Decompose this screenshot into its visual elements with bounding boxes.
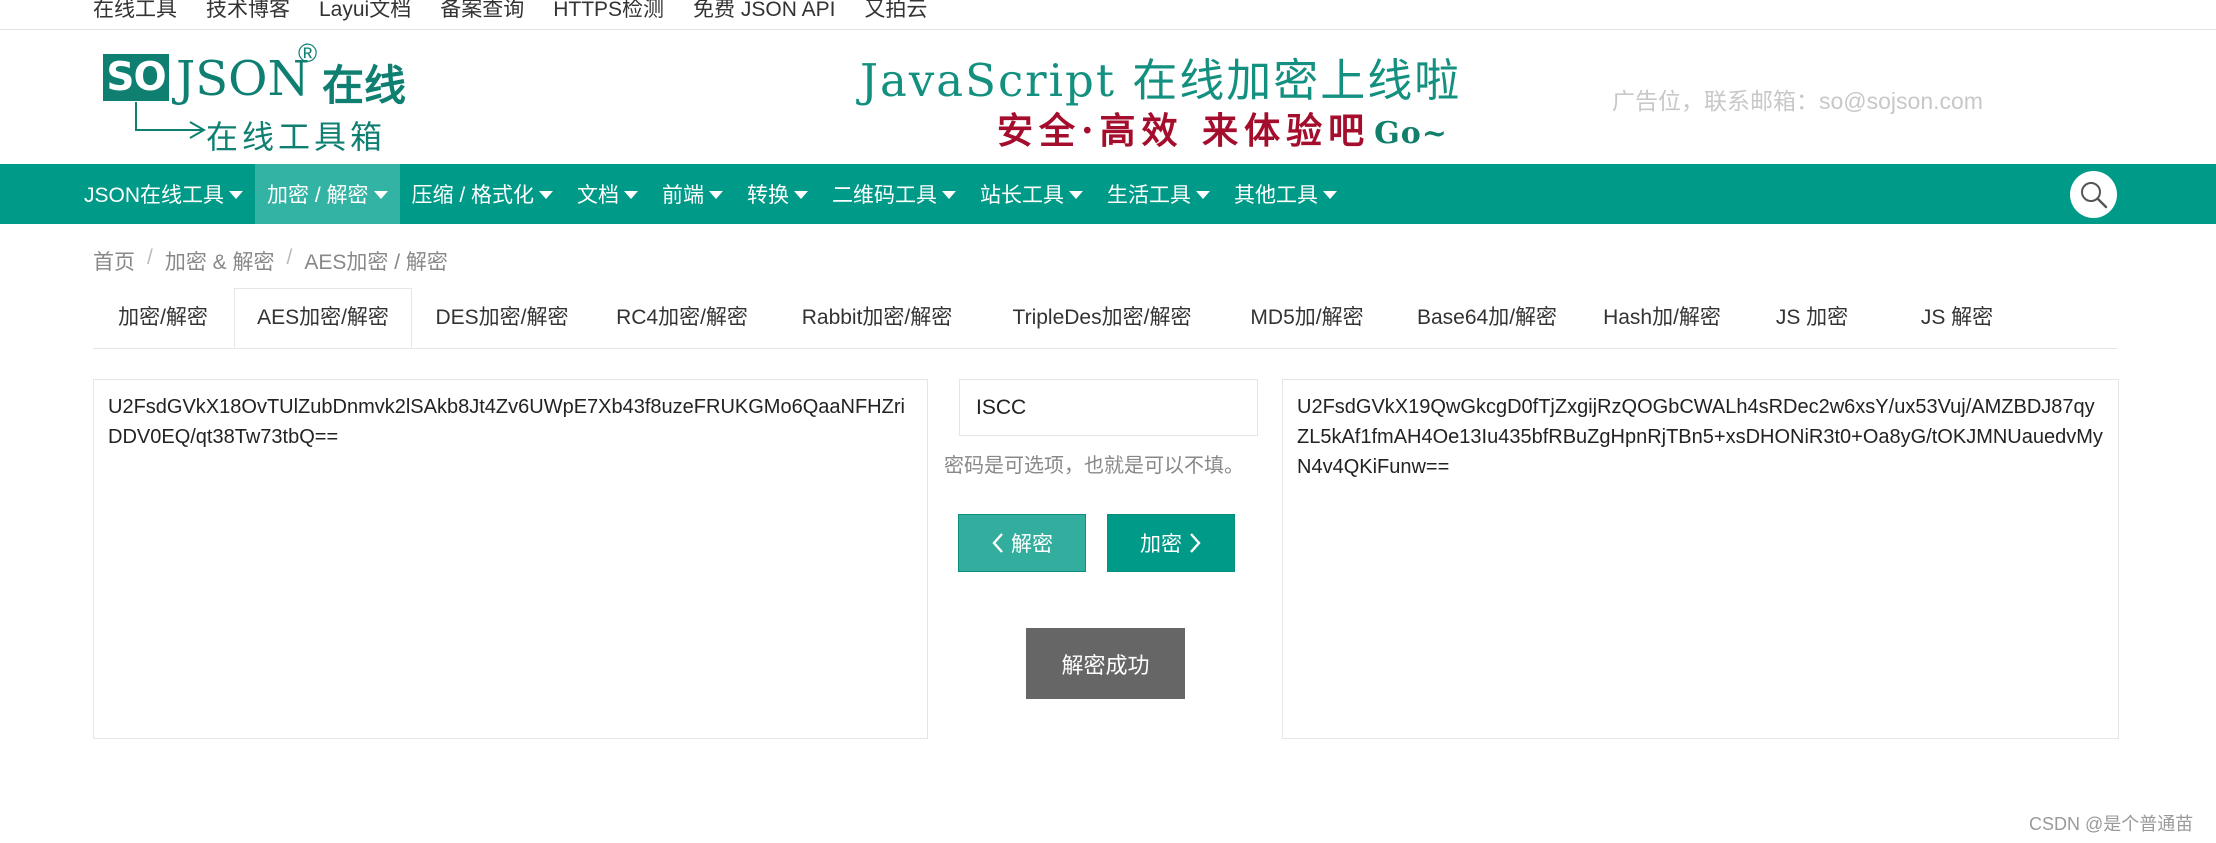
top-link-https[interactable]: HTTPS检测 — [553, 0, 664, 23]
nav-item-life[interactable]: 生活工具 — [1095, 164, 1222, 224]
caret-down-icon — [624, 191, 639, 199]
nav-item-encrypt-decrypt[interactable]: 加密 / 解密 — [255, 164, 400, 224]
breadcrumb-separator: / — [147, 246, 153, 269]
caret-down-icon — [709, 191, 724, 199]
top-link-icp[interactable]: 备案查询 — [440, 0, 524, 23]
ad-placeholder: 广告位，联系邮箱：so@sojson.com — [1612, 88, 1983, 114]
tab-encrypt-decrypt[interactable]: 加密/解密 — [93, 288, 233, 348]
caret-down-icon — [1196, 191, 1211, 199]
logo-arrow-icon — [135, 102, 207, 139]
nav-item-docs[interactable]: 文档 — [565, 164, 650, 224]
tab-rc4[interactable]: RC4加密/解密 — [592, 288, 772, 348]
caret-down-icon — [373, 191, 388, 199]
encrypt-button[interactable]: 加密 — [1107, 514, 1235, 572]
top-link-layui[interactable]: Layui文档 — [319, 0, 411, 23]
banner-go: Go~ — [1374, 116, 1448, 151]
promo-banner[interactable]: JavaScript 在线加密上线啦 安全·高效 来体验吧 Go~ — [860, 44, 1500, 154]
status-message: 解密成功 — [1026, 628, 1185, 699]
breadcrumb-current: AES加密 / 解密 — [304, 251, 448, 274]
caret-down-icon — [1069, 191, 1084, 199]
decrypt-button[interactable]: 解密 — [958, 514, 1086, 572]
nav-item-other[interactable]: 其他工具 — [1222, 164, 1349, 224]
tool-tabs: 加密/解密 AES加密/解密 DES加密/解密 RC4加密/解密 Rabbit加… — [93, 288, 2117, 349]
tab-hash[interactable]: Hash加/解密 — [1582, 288, 1742, 348]
encrypt-button-label: 加密 — [1140, 533, 1182, 556]
tab-des[interactable]: DES加密/解密 — [412, 288, 592, 348]
logo-tagline: 在线工具箱 — [206, 118, 387, 156]
main-nav: JSON在线工具 加密 / 解密 压缩 / 格式化 文档 前端 转换 二维码工具… — [0, 164, 2216, 224]
top-link-tools[interactable]: 在线工具 — [93, 0, 177, 23]
nav-item-label: 文档 — [577, 184, 620, 207]
tab-rabbit[interactable]: Rabbit加密/解密 — [772, 288, 982, 348]
nav-item-compress-format[interactable]: 压缩 / 格式化 — [400, 164, 566, 224]
caret-down-icon — [1323, 191, 1338, 199]
logo-registered-mark: ® — [298, 38, 318, 68]
chevron-left-icon — [992, 533, 1003, 553]
nav-item-label: 压缩 / 格式化 — [411, 184, 535, 207]
chevron-right-icon — [1190, 533, 1201, 553]
nav-item-webmaster[interactable]: 站长工具 — [968, 164, 1095, 224]
top-links: 在线工具 技术博客 Layui文档 备案查询 HTTPS检测 免费 JSON A… — [93, 0, 927, 23]
output-textarea[interactable]: U2FsdGVkX19QwGkcgD0fTjZxgijRzQOGbCWALh4s… — [1282, 379, 2119, 739]
top-link-blog[interactable]: 技术博客 — [206, 0, 290, 23]
nav-item-label: 二维码工具 — [832, 184, 938, 207]
breadcrumb-encrypt[interactable]: 加密 & 解密 — [165, 246, 275, 276]
logo-so-box: SO — [103, 54, 169, 101]
tab-md5[interactable]: MD5加/解密 — [1222, 288, 1392, 348]
banner-line1: JavaScript 在线加密上线啦 — [860, 54, 1462, 107]
nav-item-json-tools[interactable]: JSON在线工具 — [72, 164, 255, 224]
logo-zaixian: 在线 — [322, 61, 407, 110]
tab-aes[interactable]: AES加密/解密 — [234, 288, 412, 348]
tab-js-decrypt[interactable]: JS 解密 — [1882, 288, 2032, 348]
banner-line2: 安全·高效 来体验吧 Go~ — [997, 102, 1448, 154]
search-button[interactable] — [2070, 171, 2117, 218]
top-link-upyun[interactable]: 又拍云 — [864, 0, 927, 23]
breadcrumb: 首页 / 加密 & 解密 / AES加密 / 解密 — [93, 246, 448, 276]
search-icon — [2081, 182, 2108, 209]
nav-item-label: 站长工具 — [980, 184, 1065, 207]
site-logo[interactable]: SO JSON ® 在线 在线工具箱 — [100, 38, 420, 156]
tab-base64[interactable]: Base64加/解密 — [1392, 288, 1582, 348]
caret-down-icon — [942, 191, 957, 199]
logo-json-word: JSON — [176, 51, 310, 107]
tab-js-encrypt[interactable]: JS 加密 — [1742, 288, 1882, 348]
nav-item-label: 加密 / 解密 — [267, 184, 369, 207]
nav-item-qrcode[interactable]: 二维码工具 — [820, 164, 968, 224]
breadcrumb-separator: / — [286, 246, 293, 269]
input-text: U2FsdGVkX18OvTUlZubDnmvk2lSAkb8Jt4Zv6UWp… — [108, 396, 905, 448]
decrypt-button-label: 解密 — [1011, 533, 1053, 556]
caret-down-icon — [794, 191, 809, 199]
banner-line2-text: 安全·高效 来体验吧 — [997, 110, 1371, 152]
nav-item-convert[interactable]: 转换 — [735, 164, 820, 224]
nav-item-label: JSON在线工具 — [84, 184, 225, 207]
nav-item-label: 前端 — [662, 184, 705, 207]
password-input[interactable]: ISCC — [959, 379, 1258, 436]
password-hint: 密码是可选项，也就是可以不填。 — [944, 455, 1244, 477]
input-textarea[interactable]: U2FsdGVkX18OvTUlZubDnmvk2lSAkb8Jt4Zv6UWp… — [93, 379, 928, 739]
tab-tripledes[interactable]: TripleDes加密/解密 — [982, 288, 1222, 348]
watermark: CSDN @是个普通苗 — [2029, 814, 2194, 834]
caret-down-icon — [229, 191, 244, 199]
breadcrumb-home[interactable]: 首页 — [93, 246, 135, 276]
top-link-bar: 在线工具 技术博客 Layui文档 备案查询 HTTPS检测 免费 JSON A… — [0, 0, 2216, 30]
site-header: SO JSON ® 在线 在线工具箱 JavaScript 在线加密上线啦 安全… — [0, 30, 2216, 164]
top-link-json-api[interactable]: 免费 JSON API — [693, 0, 835, 23]
nav-item-label: 生活工具 — [1107, 184, 1192, 207]
output-text: U2FsdGVkX19QwGkcgD0fTjZxgijRzQOGbCWALh4s… — [1297, 396, 2103, 478]
nav-item-label: 转换 — [747, 184, 790, 207]
nav-item-frontend[interactable]: 前端 — [650, 164, 735, 224]
caret-down-icon — [539, 191, 554, 199]
nav-item-label: 其他工具 — [1234, 184, 1319, 207]
